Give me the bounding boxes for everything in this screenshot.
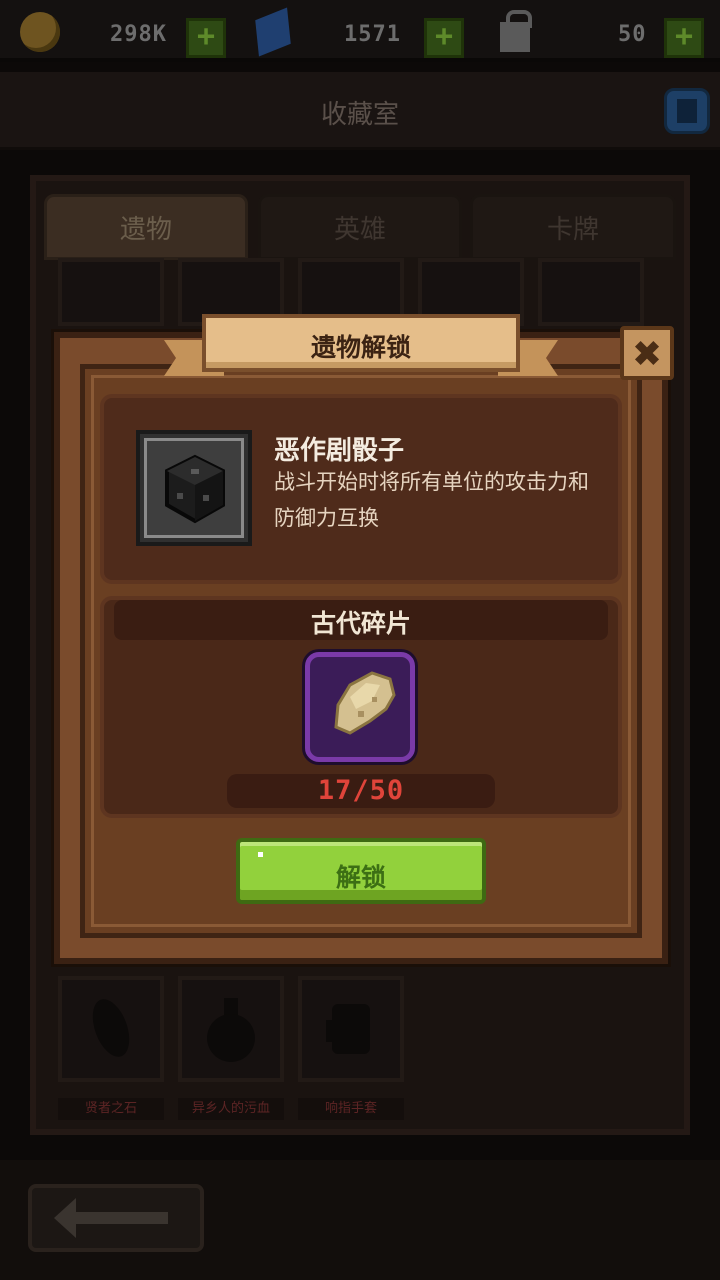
back-arrow-icon	[54, 1198, 168, 1238]
material-count: 17/50	[317, 775, 405, 806]
glove-icon	[326, 1004, 370, 1054]
header: 收藏室	[0, 72, 720, 150]
key-resource: 50 +	[0, 8, 720, 58]
stone-icon	[92, 999, 130, 1057]
relic-icon-frame	[136, 430, 252, 546]
dark-dice-icon	[165, 454, 225, 524]
tab-cards[interactable]: 卡牌	[470, 194, 676, 260]
save-icon[interactable]	[664, 88, 710, 134]
relic-name: 恶作剧骰子	[274, 436, 405, 466]
close-button[interactable]	[620, 326, 674, 380]
item-label: 异乡人的污血	[178, 1098, 284, 1120]
tab-relics[interactable]: 遗物	[44, 194, 248, 260]
unlock-button[interactable]: 解锁	[236, 838, 486, 904]
resource-bar: 298K + 1571 + 50 +	[0, 0, 720, 62]
collection-slot-stranger-blood[interactable]	[178, 976, 284, 1082]
material-title: 古代碎片	[310, 609, 411, 638]
relic-description: 战斗开始时将所有单位的攻击力和防御力互换	[274, 470, 589, 530]
potion-icon	[207, 998, 255, 1062]
dialog-title-ribbon: 遗物解锁	[202, 314, 520, 372]
collection-slot-snap-glove[interactable]	[298, 976, 404, 1082]
back-button[interactable]	[28, 1184, 204, 1252]
lock-icon	[500, 10, 532, 52]
collection-slot-philosophers-stone[interactable]	[58, 976, 164, 1082]
unlock-button-label: 解锁	[335, 863, 386, 892]
add-key-button[interactable]: +	[664, 18, 704, 58]
collection-slot[interactable]	[58, 258, 164, 326]
item-label: 贤者之石	[58, 1098, 164, 1120]
item-label: 响指手套	[298, 1098, 404, 1120]
tab-heroes[interactable]: 英雄	[258, 194, 462, 260]
material-icon-frame	[305, 652, 415, 762]
dialog-title: 遗物解锁	[310, 333, 411, 362]
collection-slot[interactable]	[538, 258, 644, 326]
page-title: 收藏室	[320, 100, 399, 130]
key-amount: 50	[618, 22, 647, 47]
ancient-shard-icon	[334, 671, 396, 735]
